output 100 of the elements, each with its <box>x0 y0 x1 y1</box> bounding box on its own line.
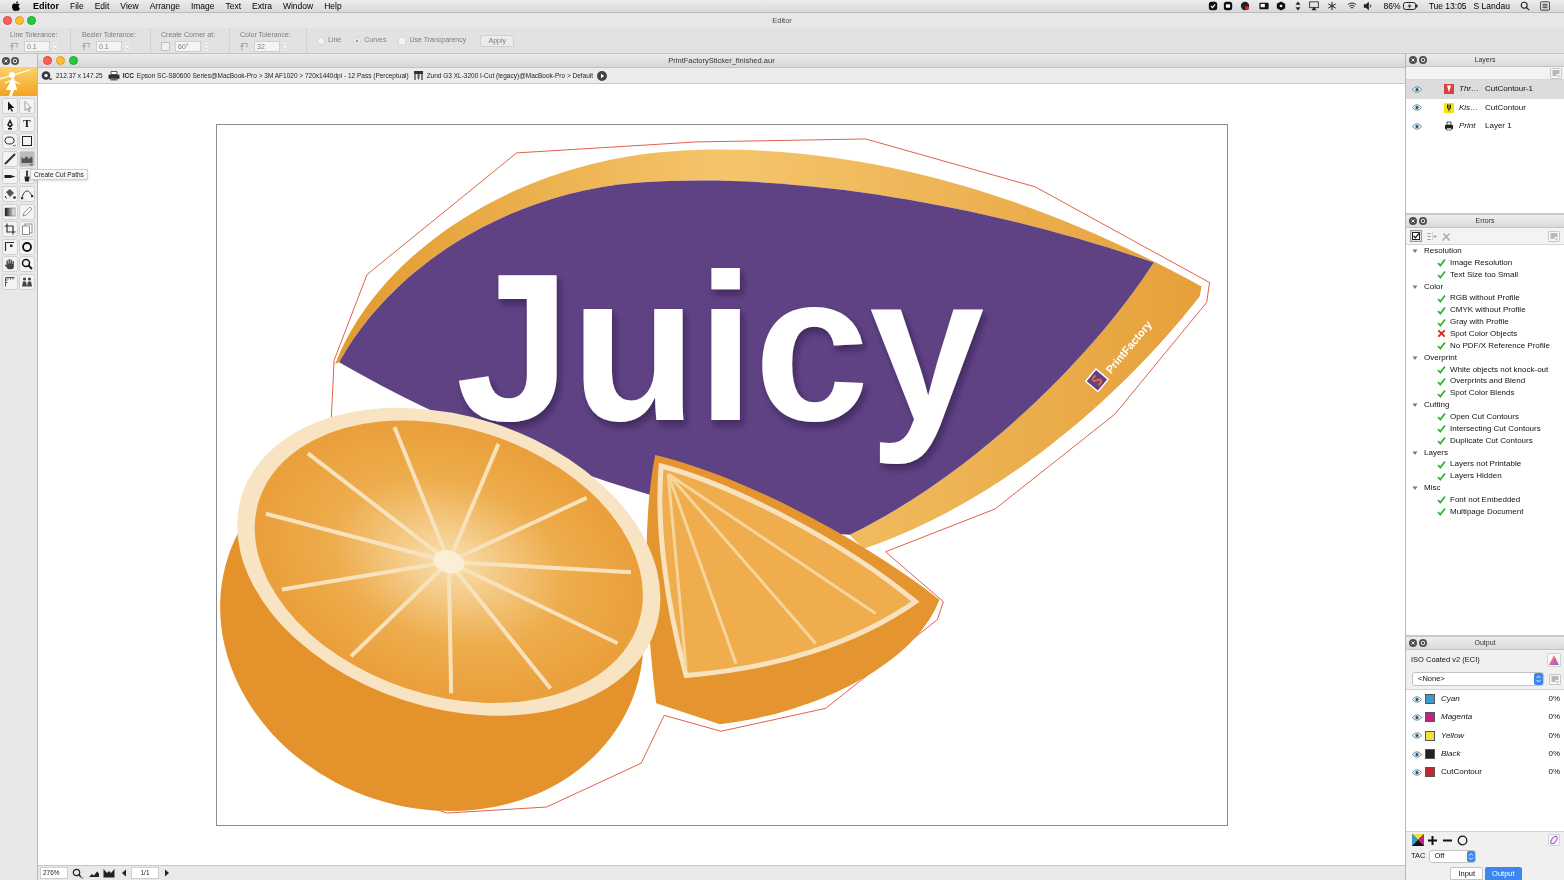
wedge-tile-icon <box>1444 84 1454 95</box>
close-icon[interactable] <box>1409 56 1417 64</box>
gantry-icon[interactable] <box>412 70 424 81</box>
menu-item[interactable]: Image <box>190 1 215 11</box>
app-menu[interactable]: Editor <box>33 1 59 11</box>
disclosure-triangle-icon[interactable] <box>1412 402 1418 409</box>
close-button[interactable] <box>43 56 52 65</box>
check-label: Overprints and Blend <box>1450 375 1526 388</box>
cmyk-icon[interactable] <box>1412 834 1424 846</box>
check-label: Layers not Printable <box>1450 458 1522 471</box>
next-page-icon[interactable] <box>164 869 170 877</box>
check-label: Image Resolution <box>1450 256 1513 269</box>
line-icon[interactable] <box>2 150 18 167</box>
video-icon[interactable] <box>1222 1 1233 11</box>
headline-text: Juicy <box>455 229 991 464</box>
battery-percent: 86% <box>1383 1 1401 11</box>
check-label: Spot Color Objects <box>1450 327 1518 340</box>
wifi-icon[interactable] <box>1346 1 1357 11</box>
menu-item[interactable]: Help <box>324 1 342 11</box>
apple-logo-icon[interactable] <box>12 1 20 11</box>
disclosure-triangle-icon[interactable] <box>1412 247 1418 254</box>
checklist-icon[interactable] <box>1410 230 1422 242</box>
channel-percent: 0% <box>1548 711 1560 724</box>
close-icon[interactable] <box>2 56 10 65</box>
oval-icon[interactable] <box>1548 834 1560 846</box>
hexagon-icon[interactable] <box>1275 1 1286 11</box>
crop-icon[interactable] <box>2 221 18 238</box>
disclosure-triangle-icon[interactable] <box>1412 283 1418 290</box>
slider-gauge-icon <box>82 42 91 51</box>
eye-icon[interactable] <box>1412 85 1422 93</box>
display-icon[interactable] <box>1258 1 1269 11</box>
disclosure-triangle-icon[interactable] <box>1412 449 1418 456</box>
eye-icon[interactable] <box>1412 122 1422 130</box>
record-icon[interactable] <box>1239 1 1250 11</box>
eye-icon[interactable] <box>1412 713 1422 721</box>
channel-name: CutContour <box>1441 766 1482 779</box>
search-icon[interactable] <box>1520 1 1530 11</box>
knife-icon[interactable] <box>2 168 18 185</box>
corner-icon[interactable] <box>2 238 18 255</box>
plus-icon[interactable] <box>1427 834 1438 846</box>
hand-icon[interactable] <box>2 256 18 273</box>
disclosure-triangle-icon[interactable] <box>1412 485 1418 492</box>
battery-icon[interactable] <box>1402 2 1418 10</box>
tape-measure-icon[interactable] <box>41 70 52 81</box>
ring-icon[interactable] <box>19 238 35 255</box>
figures-icon[interactable] <box>19 273 35 290</box>
check-label: Text Size too Small <box>1450 268 1519 281</box>
stepper-icon[interactable] <box>1467 850 1476 862</box>
list-icon[interactable] <box>1540 1 1550 11</box>
curve-icon[interactable] <box>19 185 35 202</box>
asterisk-icon[interactable] <box>1326 1 1337 11</box>
disclosure-triangle-icon[interactable] <box>1412 354 1418 361</box>
layer-list-icon[interactable] <box>1426 230 1437 242</box>
check-label: Spot Color Blends <box>1450 387 1515 400</box>
ring-icon[interactable] <box>11 56 19 65</box>
pen-nib-icon[interactable] <box>2 115 18 132</box>
rectangle-icon[interactable] <box>19 133 35 150</box>
eye-icon[interactable] <box>1412 768 1422 776</box>
fork-tile-icon <box>1444 102 1454 113</box>
menu-item[interactable]: File <box>70 1 84 11</box>
menu-item[interactable]: Text <box>225 1 242 11</box>
circle-icon[interactable] <box>1457 834 1468 846</box>
magnifier-icon[interactable] <box>72 867 84 879</box>
group-label: Cutting <box>1424 399 1450 412</box>
user-name[interactable]: S Landau <box>1473 1 1510 11</box>
printer-icon[interactable] <box>107 70 120 81</box>
text-tool-button[interactable]: T <box>19 115 35 132</box>
large-mountain-icon[interactable] <box>103 868 115 878</box>
eye-icon[interactable] <box>1412 695 1422 703</box>
menu-clock[interactable]: Tue 13:05 <box>1428 1 1467 11</box>
eye-icon[interactable] <box>1412 104 1422 112</box>
eye-icon[interactable] <box>1412 732 1422 740</box>
check-badge-icon[interactable] <box>1207 1 1218 11</box>
ruler-icon[interactable] <box>2 273 18 290</box>
menu-item[interactable]: Edit <box>94 1 110 11</box>
magnifier-icon[interactable] <box>19 256 35 273</box>
play-icon[interactable] <box>597 70 608 81</box>
check-label: Layers Hidden <box>1450 470 1502 483</box>
menu-item[interactable]: View <box>120 1 139 11</box>
menu-item[interactable]: Extra <box>252 1 272 11</box>
diamond-drop-icon[interactable] <box>2 185 18 202</box>
speaker-icon[interactable] <box>1362 1 1373 11</box>
menu-item[interactable]: Window <box>282 1 314 11</box>
check-label: White objects not knock-out <box>1450 363 1549 376</box>
close-icon[interactable] <box>1409 217 1417 225</box>
previous-page-icon[interactable] <box>121 869 127 877</box>
slider-gauge-icon <box>240 42 249 51</box>
menu-item[interactable]: Arrange <box>149 1 180 11</box>
mountain-icon[interactable] <box>19 150 35 167</box>
check-label: No PDF/X Reference Profile <box>1450 339 1551 352</box>
gradient-icon[interactable] <box>2 203 18 220</box>
close-button[interactable] <box>3 16 12 25</box>
eye-icon[interactable] <box>1412 750 1422 758</box>
layer-mode: Kis… <box>1459 101 1480 114</box>
check-label: Intersecting Cut Contours <box>1450 422 1541 435</box>
slider-gauge-icon <box>10 42 19 51</box>
screen-mirror-icon[interactable] <box>1308 1 1319 11</box>
close-icon[interactable] <box>1409 639 1417 647</box>
color-triangle-icon[interactable] <box>1547 652 1561 667</box>
layer-row[interactable]: Thr… CutContour-1 <box>1406 80 1564 99</box>
